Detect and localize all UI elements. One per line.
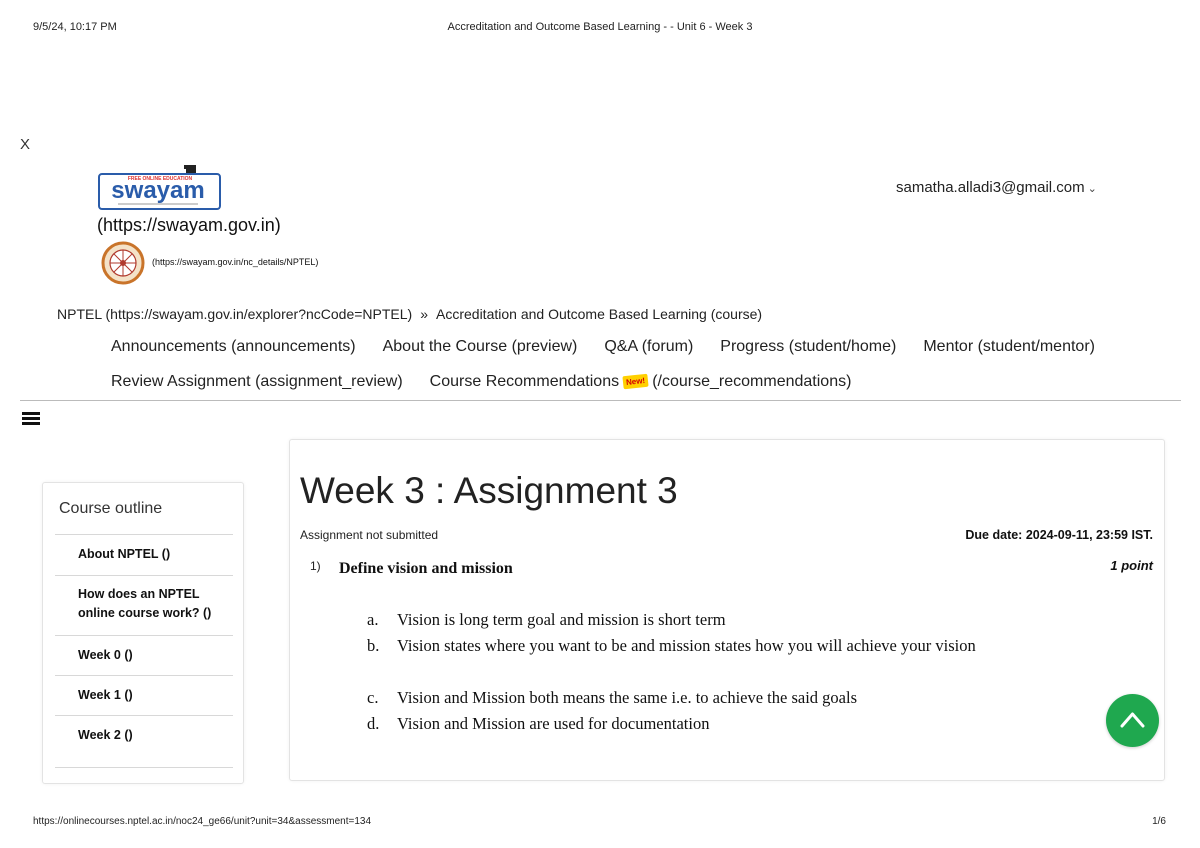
print-footer-url: https://onlinecourses.nptel.ac.in/noc24_…: [33, 816, 372, 827]
outline-item-label: Week 0 (): [78, 648, 133, 662]
new-badge: New!: [622, 373, 649, 390]
swayam-logo[interactable]: FREE ONLINE EDUCATION swayam: [98, 163, 222, 211]
user-menu[interactable]: samatha.alladi3@gmail.com ⌄: [896, 179, 1097, 196]
swayam-wordmark: swayam: [111, 177, 204, 204]
course-nav-row-2: Review Assignment (assignment_review) Cou…: [111, 373, 851, 391]
hamburger-menu-icon[interactable]: [22, 412, 40, 426]
option-letter: a.: [367, 610, 379, 629]
nav-announcements[interactable]: Announcements (announcements): [111, 338, 356, 355]
chevron-up-icon: [1120, 712, 1145, 728]
option-text: Vision states where you want to be and m…: [397, 636, 976, 655]
outline-item-week-0[interactable]: Week 0 (): [55, 635, 233, 676]
option-letter: d.: [367, 714, 380, 733]
course-outline-title: Course outline: [59, 500, 163, 517]
outline-item-label: About NPTEL (): [78, 547, 171, 561]
option-c: c. Vision and Mission both means the same…: [367, 685, 1047, 711]
user-email: samatha.alladi3@gmail.com: [896, 179, 1085, 196]
header-divider: [20, 400, 1181, 401]
course-nav-row-1: Announcements (announcements) About the C…: [111, 338, 1122, 356]
print-page-title: Accreditation and Outcome Based Learning…: [447, 21, 753, 33]
outline-item-label: Week 1 (): [78, 688, 133, 702]
nav-qa-forum[interactable]: Q&A (forum): [604, 338, 693, 355]
nptel-link[interactable]: (https://swayam.gov.in/nc_details/NPTEL): [152, 257, 318, 267]
close-button[interactable]: X: [20, 136, 30, 153]
question-points: 1 point: [1110, 558, 1153, 573]
question-text: Define vision and mission: [339, 560, 513, 577]
nav-mentor[interactable]: Mentor (student/mentor): [923, 338, 1095, 355]
assignment-title: Week 3 : Assignment 3: [300, 470, 678, 511]
nav-recommend-path: (/course_recommendations): [652, 373, 852, 390]
option-letter: b.: [367, 636, 380, 655]
breadcrumb: NPTEL (https://swayam.gov.in/explorer?nc…: [57, 306, 762, 322]
option-text: Vision is long term goal and mission is …: [397, 610, 726, 629]
nptel-logo[interactable]: [101, 241, 145, 285]
nav-recommend-label: Course Recommendations: [429, 373, 620, 390]
option-letter: c.: [367, 688, 379, 707]
print-page-number: 1/6: [1152, 816, 1166, 827]
course-outline-panel: Course outline About NPTEL () How does a…: [42, 482, 244, 784]
breadcrumb-root-link[interactable]: NPTEL (https://swayam.gov.in/explorer?nc…: [57, 306, 412, 322]
outline-item-label: How does an NPTEL online course work? (): [78, 587, 212, 620]
outline-item-week-1[interactable]: Week 1 (): [55, 675, 233, 716]
option-text: Vision and Mission both means the same i…: [397, 688, 858, 707]
breadcrumb-separator: »: [420, 306, 428, 322]
nav-about-course[interactable]: About the Course (preview): [383, 338, 578, 355]
outline-item-how-it-works[interactable]: How does an NPTEL online course work? (): [55, 575, 233, 636]
outline-item-divider: [55, 767, 233, 782]
breadcrumb-course-link[interactable]: Accreditation and Outcome Based Learning…: [436, 306, 762, 322]
option-text: Vision and Mission are used for document…: [397, 714, 710, 733]
nav-progress[interactable]: Progress (student/home): [720, 338, 896, 355]
nav-review-assignment[interactable]: Review Assignment (assignment_review): [111, 373, 403, 390]
scroll-to-top-button[interactable]: [1106, 694, 1159, 747]
outline-item-week-2[interactable]: Week 2 (): [55, 715, 233, 768]
chevron-down-icon: ⌄: [1087, 183, 1097, 195]
submission-status: Assignment not submitted: [300, 528, 439, 542]
question-number: 1): [310, 559, 321, 573]
nav-course-recommendations[interactable]: Course Recommendations New! (/course_recom…: [430, 373, 852, 390]
option-a: a. Vision is long term goal and mission i…: [367, 607, 1047, 633]
option-b: b. Vision states where you want to be and…: [367, 633, 1047, 659]
outline-item-about-nptel[interactable]: About NPTEL (): [55, 534, 233, 575]
option-d: d. Vision and Mission are used for docume…: [367, 711, 1047, 737]
swayam-link[interactable]: (https://swayam.gov.in): [97, 215, 281, 236]
outline-item-label: Week 2 (): [78, 728, 133, 742]
due-date: Due date: 2024-09-11, 23:59 IST.: [965, 528, 1153, 542]
